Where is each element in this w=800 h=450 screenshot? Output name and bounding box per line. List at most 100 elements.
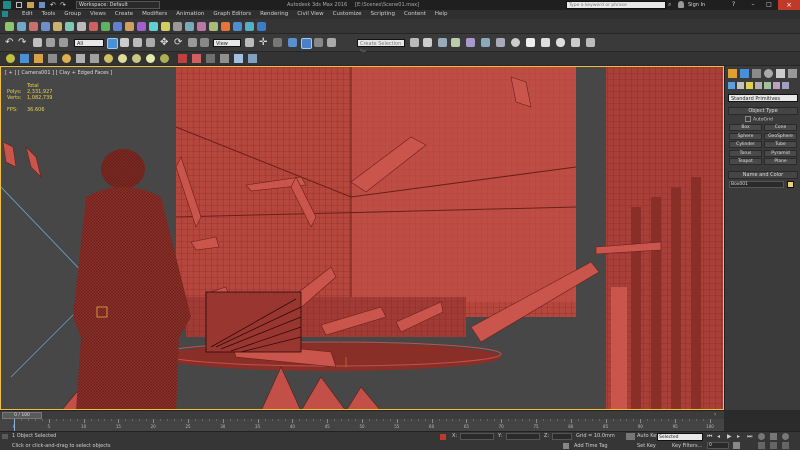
- rotate-tool-icon[interactable]: ⟳: [174, 37, 182, 48]
- pivot-icon[interactable]: [245, 38, 254, 47]
- menu-modifiers[interactable]: Modifiers: [142, 11, 167, 17]
- search-icon[interactable]: ⌕: [668, 1, 671, 9]
- slider-next-icon[interactable]: ›: [714, 411, 716, 418]
- named-selection-dropdown[interactable]: Create Selection Se: [357, 39, 405, 55]
- render-setup-icon[interactable]: [233, 22, 242, 31]
- fov-icon[interactable]: [758, 442, 765, 449]
- shelf-tool-6-icon[interactable]: [76, 54, 85, 63]
- selection-filter-dropdown[interactable]: All: [74, 39, 104, 47]
- scale-tool-icon[interactable]: [188, 38, 197, 47]
- menu-graph-editors[interactable]: Graph Editors: [213, 11, 251, 17]
- menu-rendering[interactable]: Rendering: [260, 11, 288, 17]
- rect-selection-icon[interactable]: [65, 22, 74, 31]
- primitive-pyramid-button[interactable]: Pyramid: [764, 149, 797, 157]
- shelf-tool-1-icon[interactable]: [6, 54, 15, 63]
- select-name-icon[interactable]: [120, 38, 129, 47]
- set-key-button[interactable]: Set Key: [637, 443, 656, 449]
- unlink-icon[interactable]: [17, 22, 26, 31]
- time-config-icon[interactable]: [733, 442, 740, 449]
- object-type-rollout[interactable]: Object Type: [728, 107, 798, 115]
- menu-civil-view[interactable]: Civil View: [297, 11, 323, 17]
- camera-viewport[interactable]: [ + ] [ Camera001 ] [ Clay + Edged Faces…: [0, 66, 724, 410]
- schematic-view-icon[interactable]: [496, 38, 505, 47]
- x-field[interactable]: [460, 433, 494, 440]
- help-icon[interactable]: ?: [732, 1, 735, 8]
- percent-snap-toggle-icon[interactable]: [314, 38, 323, 47]
- snaps-toggle-icon[interactable]: [288, 38, 297, 47]
- shapes-icon[interactable]: [737, 82, 744, 89]
- app-menu-icon[interactable]: [2, 11, 8, 17]
- rotate-icon[interactable]: [101, 22, 110, 31]
- track-bar[interactable]: 0510152025303540455055606570758085909510…: [0, 419, 724, 431]
- pan-icon[interactable]: [770, 433, 777, 440]
- crossing-icon[interactable]: [146, 38, 155, 47]
- qat-open-icon[interactable]: [27, 2, 34, 8]
- key-filters-button[interactable]: Key Filters...: [672, 443, 702, 449]
- select-manipulate-icon[interactable]: ✛: [259, 37, 267, 48]
- auto-key-button[interactable]: Auto Key: [637, 433, 659, 439]
- play-icon[interactable]: ▶: [727, 433, 732, 440]
- reference-coord-dropdown[interactable]: View: [213, 39, 241, 47]
- move-tool-icon[interactable]: ✥: [160, 37, 168, 48]
- zoom-icon[interactable]: [758, 433, 765, 440]
- z-field[interactable]: [552, 433, 572, 440]
- undo-icon[interactable]: ↶: [5, 37, 13, 48]
- object-name-field[interactable]: Box001: [729, 181, 784, 188]
- walkthrough-icon[interactable]: [770, 442, 777, 449]
- shelf-tool-8-icon[interactable]: [104, 54, 113, 63]
- key-mode-dropdown[interactable]: Selected: [657, 433, 703, 441]
- menu-edit[interactable]: Edit: [22, 11, 33, 17]
- menu-group[interactable]: Group: [64, 11, 81, 17]
- select-link-icon[interactable]: [5, 22, 14, 31]
- primitive-sphere-button[interactable]: Sphere: [729, 132, 762, 140]
- snap-icon[interactable]: [125, 22, 134, 31]
- render-production-icon[interactable]: [556, 38, 565, 47]
- align-icon[interactable]: [173, 22, 182, 31]
- go-to-start-icon[interactable]: ⏮: [707, 433, 712, 441]
- next-frame-icon[interactable]: ▸: [737, 433, 740, 440]
- qat-save-icon[interactable]: [39, 2, 45, 8]
- utilities-tab-icon[interactable]: [788, 69, 797, 78]
- bind-space-warp-icon[interactable]: [29, 22, 38, 31]
- menu-views[interactable]: Views: [90, 11, 106, 17]
- lights-icon[interactable]: [746, 82, 753, 89]
- menu-tools[interactable]: Tools: [42, 11, 56, 17]
- qat-new-icon[interactable]: [16, 2, 22, 8]
- place-icon[interactable]: [200, 38, 209, 47]
- angle-snap-toggle-icon[interactable]: [301, 38, 312, 49]
- current-frame-field[interactable]: 0: [707, 442, 729, 449]
- y-field[interactable]: [506, 433, 540, 440]
- shelf-tool-3-icon[interactable]: [34, 54, 43, 63]
- primitive-tube-button[interactable]: Tube: [764, 141, 797, 149]
- geometry-icon[interactable]: [728, 82, 735, 89]
- qat-redo-icon[interactable]: ↷: [60, 1, 66, 9]
- app-logo-icon[interactable]: [3, 1, 11, 9]
- create-tab-icon[interactable]: [728, 69, 737, 78]
- object-color-swatch[interactable]: [787, 181, 794, 188]
- viewport-label[interactable]: [ + ] [ Camera001 ] [ Clay + Edged Faces…: [5, 70, 112, 76]
- select-by-name-icon[interactable]: [53, 22, 62, 31]
- time-tag-icon[interactable]: [563, 443, 569, 449]
- unlink-tool-icon[interactable]: [46, 38, 55, 47]
- helpers-icon[interactable]: [764, 82, 771, 89]
- motion-tab-icon[interactable]: [764, 69, 773, 78]
- align-tool-icon[interactable]: [423, 38, 432, 47]
- primitive-plane-button[interactable]: Plane: [764, 158, 797, 166]
- search-input[interactable]: Type a keyword or phrase: [566, 1, 666, 9]
- spacewarps-icon[interactable]: [773, 82, 780, 89]
- shelf-tool-10-icon[interactable]: [132, 54, 141, 63]
- shelf-tool-16-icon[interactable]: [220, 54, 229, 63]
- curve-editor-icon[interactable]: [197, 22, 206, 31]
- shelf-tool-7-icon[interactable]: [90, 54, 99, 63]
- lock-selection-icon[interactable]: [440, 434, 446, 440]
- time-slider-thumb[interactable]: 0 / 100: [2, 412, 42, 419]
- shelf-tool-14-icon[interactable]: [192, 54, 201, 63]
- go-to-end-icon[interactable]: ⏭: [747, 433, 752, 441]
- spinner-snap-icon[interactable]: [327, 38, 336, 47]
- shelf-tool-2-icon[interactable]: [20, 54, 29, 63]
- maximize-icon[interactable]: □: [762, 1, 776, 9]
- link-icon[interactable]: [33, 38, 42, 47]
- maximize-viewport-icon[interactable]: [782, 442, 789, 449]
- shelf-tool-13-icon[interactable]: [178, 54, 187, 63]
- menu-animation[interactable]: Animation: [176, 11, 204, 17]
